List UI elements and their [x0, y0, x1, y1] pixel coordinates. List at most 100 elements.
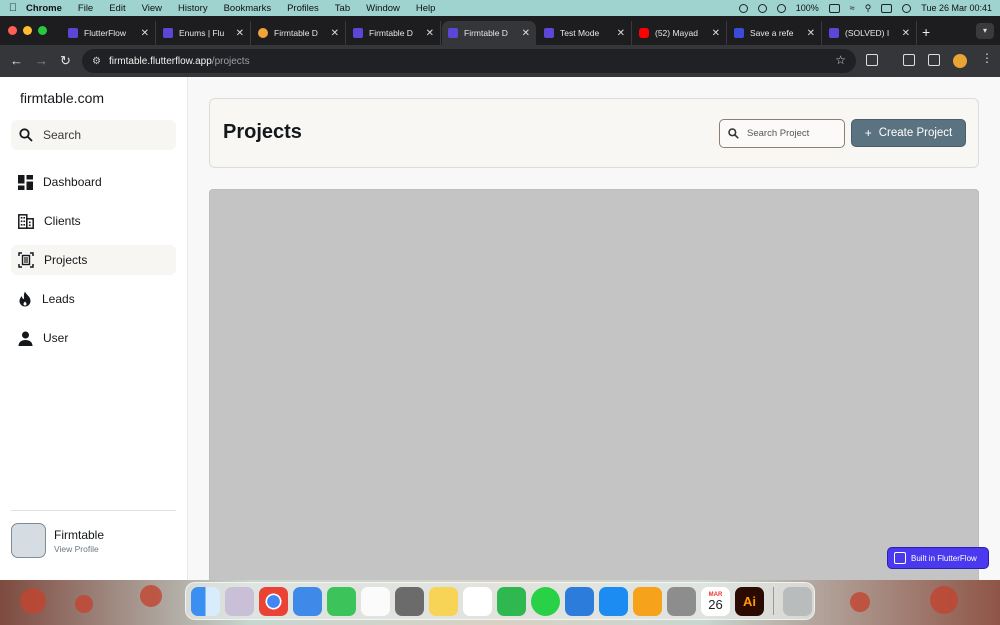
app-store-icon[interactable] — [599, 586, 628, 616]
battery-icon[interactable] — [828, 3, 840, 13]
site-settings-icon[interactable]: ⚙ — [92, 56, 101, 67]
wallpaper-flower — [850, 592, 870, 612]
chrome-menu-icon[interactable]: ⋮ — [981, 51, 993, 65]
sidebar-item-leads[interactable]: Leads — [11, 284, 176, 314]
sidebar-item-dashboard[interactable]: Dashboard — [11, 167, 176, 197]
play-icon[interactable] — [757, 3, 767, 13]
menu-bookmarks[interactable]: Bookmarks — [224, 3, 272, 14]
illustrator-icon[interactable]: Ai — [735, 586, 764, 616]
projects-placeholder-area — [209, 189, 979, 580]
chrome-icon[interactable] — [259, 586, 288, 616]
numbers-icon[interactable] — [497, 586, 526, 616]
new-tab-icon[interactable]: + — [922, 24, 930, 40]
menu-history[interactable]: History — [178, 3, 208, 14]
menu-help[interactable]: Help — [416, 3, 436, 14]
menu-tab[interactable]: Tab — [335, 3, 350, 14]
tab-search-icon[interactable]: ▾ — [976, 23, 994, 39]
close-tab-icon[interactable]: ✕ — [712, 28, 720, 39]
browser-tab-active[interactable]: Firmtable D ✕ — [442, 21, 536, 45]
calendar-icon[interactable]: MAR 26 — [701, 586, 730, 616]
project-search-field[interactable] — [719, 119, 845, 148]
menu-file[interactable]: File — [78, 3, 93, 14]
flutterflow-icon — [353, 28, 363, 38]
browser-tab[interactable]: Firmtable D ✕ — [347, 21, 441, 45]
close-tab-icon[interactable]: ✕ — [902, 28, 910, 39]
create-project-label: Create Project — [878, 127, 953, 139]
window-controls — [8, 26, 47, 35]
menu-app-name[interactable]: Chrome — [26, 3, 62, 14]
menu-window[interactable]: Window — [366, 3, 400, 14]
system-settings-icon[interactable] — [667, 586, 696, 616]
close-tab-icon[interactable]: ✕ — [236, 28, 244, 39]
view-profile-link[interactable]: View Profile — [54, 544, 99, 554]
create-project-button[interactable]: + Create Project — [851, 119, 966, 147]
reload-icon[interactable]: ↻ — [60, 53, 71, 69]
menu-edit[interactable]: Edit — [109, 3, 125, 14]
built-in-flutterflow-badge[interactable]: Built in FlutterFlow — [887, 547, 989, 569]
reminders-icon[interactable] — [361, 586, 390, 616]
close-window-icon[interactable] — [8, 26, 17, 35]
dashboard-icon — [18, 174, 33, 190]
close-tab-icon[interactable]: ✕ — [522, 28, 530, 39]
battery-percent: 100% — [795, 3, 819, 13]
browser-tab[interactable]: Save a refe ✕ — [728, 21, 822, 45]
browser-tab[interactable]: (SOLVED) I ✕ — [823, 21, 917, 45]
browser-tab[interactable]: FlutterFlow ✕ — [62, 21, 156, 45]
sidebar-item-projects[interactable]: Projects — [11, 245, 176, 275]
zoom-window-icon[interactable] — [38, 26, 47, 35]
close-tab-icon[interactable]: ✕ — [331, 28, 339, 39]
sidebar-item-clients[interactable]: Clients — [11, 206, 176, 236]
apple-menu-icon[interactable]:  — [0, 2, 26, 14]
close-tab-icon[interactable]: ✕ — [807, 28, 815, 39]
creative-cloud-icon[interactable] — [738, 3, 748, 13]
dock-separator — [773, 587, 774, 615]
notes-icon[interactable] — [429, 586, 458, 616]
status-area: 100% ≈ ⚲ Tue 26 Mar 00:41 — [738, 0, 992, 16]
side-panel-icon[interactable] — [928, 54, 940, 66]
sidebar-search[interactable]: Search — [11, 120, 176, 150]
safari-icon[interactable] — [293, 586, 322, 616]
flutterflow-icon — [734, 28, 744, 38]
whatsapp-icon[interactable] — [531, 586, 560, 616]
close-tab-icon[interactable]: ✕ — [426, 28, 434, 39]
wifi-icon[interactable]: ≈ — [850, 3, 855, 13]
facetime-icon[interactable] — [327, 586, 356, 616]
extensions-icon[interactable] — [866, 54, 878, 66]
back-icon[interactable]: ← — [10, 53, 23, 68]
browser-tab[interactable]: (52) Mayad ✕ — [633, 21, 727, 45]
forward-icon[interactable]: → — [35, 53, 48, 68]
bookmark-star-icon[interactable]: ☆ — [835, 53, 846, 67]
browser-tab[interactable]: Test Mode ✕ — [538, 21, 632, 45]
avatar[interactable] — [11, 523, 46, 558]
close-tab-icon[interactable]: ✕ — [617, 28, 625, 39]
finder-icon[interactable] — [191, 586, 220, 616]
close-tab-icon[interactable]: ✕ — [141, 28, 149, 39]
menu-view[interactable]: View — [142, 3, 162, 14]
flutterflow-icon — [544, 28, 554, 38]
media-controls-icon[interactable] — [903, 54, 915, 66]
launchpad-icon[interactable] — [225, 586, 254, 616]
keynote-icon[interactable] — [565, 586, 594, 616]
clock-icon[interactable] — [776, 3, 786, 13]
browser-tab[interactable]: Enums | Flu ✕ — [157, 21, 251, 45]
chrome-profile-avatar[interactable] — [953, 54, 967, 68]
project-search-input[interactable] — [747, 128, 832, 139]
flame-icon — [19, 291, 31, 307]
wallpaper-flower — [930, 586, 958, 614]
browser-tab[interactable]: Firmtable D ✕ — [252, 21, 346, 45]
url-path: /projects — [211, 55, 250, 67]
wallpaper-flower — [75, 595, 93, 613]
siri-icon[interactable] — [902, 3, 912, 13]
calculator-icon[interactable] — [395, 586, 424, 616]
sidebar-item-user[interactable]: User — [11, 323, 176, 353]
address-bar[interactable]: ⚙ firmtable.flutterflow.app/projects ☆ — [82, 49, 856, 73]
menubar-clock[interactable]: Tue 26 Mar 00:41 — [921, 3, 992, 13]
pages-icon[interactable] — [633, 586, 662, 616]
page-title: Projects — [223, 121, 302, 143]
freeform-icon[interactable] — [463, 586, 492, 616]
menu-profiles[interactable]: Profiles — [287, 3, 319, 14]
control-center-icon[interactable] — [881, 3, 893, 13]
spotlight-icon[interactable]: ⚲ — [865, 3, 872, 14]
trash-icon[interactable] — [783, 586, 812, 616]
minimize-window-icon[interactable] — [23, 26, 32, 35]
